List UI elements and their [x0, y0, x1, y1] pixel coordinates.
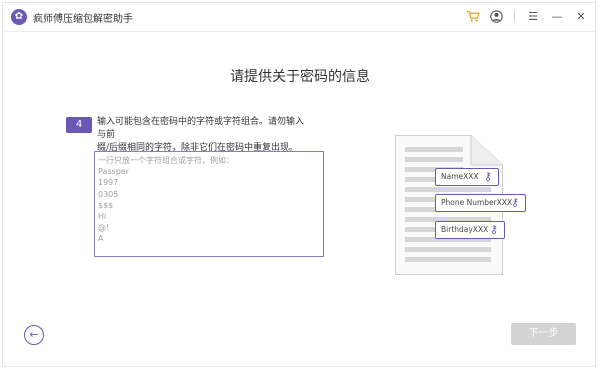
key-icon: ⚷	[490, 223, 499, 236]
app-logo-icon: ✿	[11, 9, 27, 25]
key-icon: ⚷	[484, 170, 493, 183]
example-line: $$$	[98, 200, 114, 210]
hint-tag-label: BirthdayXXX	[441, 225, 489, 234]
cart-icon[interactable]	[464, 8, 480, 24]
password-hints-textarea[interactable]: 一行只放一个字符组合或字符，例如： Passper 1997 0305 $$$ …	[94, 151, 324, 257]
example-line: 1997	[98, 178, 119, 188]
textarea-placeholder: 一行只放一个字符组合或字符，例如：	[98, 156, 234, 165]
example-line: Hi	[98, 212, 107, 222]
next-button[interactable]: 下一步	[511, 323, 576, 345]
example-line: Passper	[98, 167, 129, 177]
title-bar-controls: ☰ — ✕	[464, 8, 589, 24]
hint-tag-label: NameXXX	[441, 172, 479, 181]
title-bar-separator	[514, 10, 515, 22]
step-number-badge: 4	[66, 117, 92, 133]
text-line	[405, 247, 491, 252]
close-icon[interactable]: ✕	[573, 8, 589, 24]
text-line	[405, 187, 491, 192]
arrow-left-icon: ←	[29, 328, 39, 341]
user-icon[interactable]	[488, 8, 504, 24]
example-line: A	[98, 234, 104, 244]
title-divider	[3, 31, 595, 32]
app-title: 疯师傅压缩包解密助手	[33, 14, 133, 25]
text-line	[405, 147, 463, 152]
example-line: 0305	[98, 189, 119, 199]
page-title: 请提供关于密码的信息	[230, 69, 370, 85]
text-line	[405, 257, 491, 262]
hint-tag-label: Phone NumberXXX	[441, 198, 513, 207]
text-line	[405, 157, 463, 162]
instruction-line-1: 输入可能包含在密码中的字符或字符组合。请勿输入与前	[97, 117, 305, 140]
example-line: @!	[98, 223, 110, 233]
back-button[interactable]: ←	[24, 325, 44, 345]
minimize-icon[interactable]: —	[549, 8, 565, 24]
title-bar: ✿ 疯师傅压缩包解密助手 ☰ — ✕	[3, 3, 595, 31]
menu-icon[interactable]: ☰	[525, 8, 541, 24]
key-icon: ⚷	[511, 196, 520, 209]
